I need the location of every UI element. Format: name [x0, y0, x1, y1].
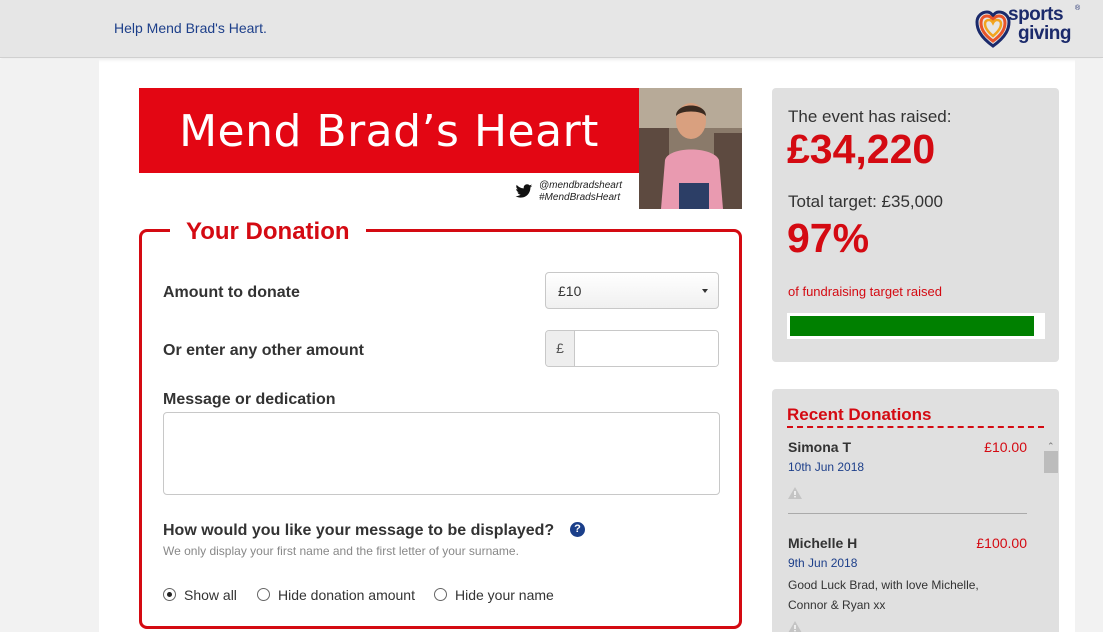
- amount-select-value: £10: [558, 283, 582, 299]
- report-warning-icon[interactable]: [788, 487, 802, 499]
- campaign-banner: Mend Brad’s Heart @mendbradsheart #MendB…: [139, 88, 742, 209]
- top-bar: Help Mend Brad's Heart. sports ® giving: [0, 0, 1103, 58]
- donation-item: Simona T £10.00 10th Jun 2018: [788, 439, 1027, 509]
- logo-text-giving: giving: [1018, 23, 1071, 44]
- twitter-icon: [515, 184, 533, 198]
- radio-label: Show all: [184, 587, 237, 603]
- recent-scrollbar[interactable]: ⌃: [1043, 437, 1059, 632]
- currency-addon: £: [546, 331, 575, 366]
- divider: [788, 513, 1027, 514]
- display-hint: We only display your first name and the …: [163, 544, 519, 558]
- left-gutter: [0, 59, 99, 632]
- fundraising-summary: The event has raised: £34,220 Total targ…: [772, 88, 1059, 362]
- donation-date: 10th Jun 2018: [788, 460, 865, 474]
- donation-item: Michelle H £100.00 9th Jun 2018 Good Luc…: [788, 535, 1027, 632]
- progress-bar: [787, 313, 1045, 339]
- event-raised-label: The event has raised:: [788, 107, 952, 126]
- donation-date: 9th Jun 2018: [788, 556, 858, 570]
- recent-donations: Recent Donations Simona T £10.00 10th Ju…: [772, 389, 1059, 632]
- donation-heading: Your Donation: [170, 218, 366, 246]
- radio-label: Hide your name: [455, 587, 554, 603]
- message-label: Message or dedication: [163, 391, 336, 408]
- donation-message: Good Luck Brad, with love Michelle, Conn…: [788, 578, 979, 612]
- other-amount-group: £: [545, 330, 719, 367]
- scroll-thumb[interactable]: [1044, 451, 1058, 473]
- donation-form: Your Donation Amount to donate £10 Or en…: [139, 218, 742, 629]
- radio-dot[interactable]: [257, 588, 270, 601]
- donation-amount: £10.00: [984, 439, 1027, 455]
- twitter-hashtag: #MendBradsHeart: [539, 192, 621, 203]
- logo-registered: ®: [1075, 5, 1081, 12]
- person-photo: [639, 88, 742, 209]
- right-gutter: [1075, 59, 1103, 632]
- donor-name: Simona T: [788, 439, 852, 455]
- twitter-handle: @mendbradsheart: [539, 180, 622, 191]
- amount-select[interactable]: £10: [545, 272, 719, 309]
- report-warning-icon[interactable]: [788, 621, 802, 632]
- raised-amount: £34,220: [787, 126, 936, 172]
- donor-name: Michelle H: [788, 535, 858, 551]
- radio-dot[interactable]: [163, 588, 176, 601]
- target-subtext: of fundraising target raised: [788, 284, 942, 299]
- banner-social: @mendbradsheart #MendBradsHeart: [515, 180, 639, 206]
- recent-heading: Recent Donations: [787, 405, 1044, 428]
- donation-amount: £100.00: [976, 535, 1027, 551]
- person-photo-icon: [639, 88, 742, 209]
- message-textarea[interactable]: [163, 412, 720, 495]
- amount-label: Amount to donate: [163, 284, 300, 301]
- help-icon[interactable]: ?: [570, 522, 585, 537]
- radio-dot[interactable]: [434, 588, 447, 601]
- raised-percent: 97%: [787, 215, 870, 261]
- other-amount-label: Or enter any other amount: [163, 342, 364, 359]
- sportsgiving-logo[interactable]: sports ® giving: [975, 4, 1085, 52]
- display-question: How would you like your message to be di…: [163, 522, 555, 539]
- radio-label: Hide donation amount: [278, 587, 415, 603]
- chevron-down-icon: [702, 289, 708, 293]
- help-link[interactable]: Help Mend Brad's Heart.: [114, 20, 267, 36]
- target-label: Total target: £35,000: [788, 192, 944, 211]
- heart-logo-icon: [975, 10, 1011, 48]
- progress-fill: [790, 316, 1034, 336]
- other-amount-input[interactable]: [576, 331, 718, 366]
- banner-title: Mend Brad’s Heart: [179, 106, 599, 157]
